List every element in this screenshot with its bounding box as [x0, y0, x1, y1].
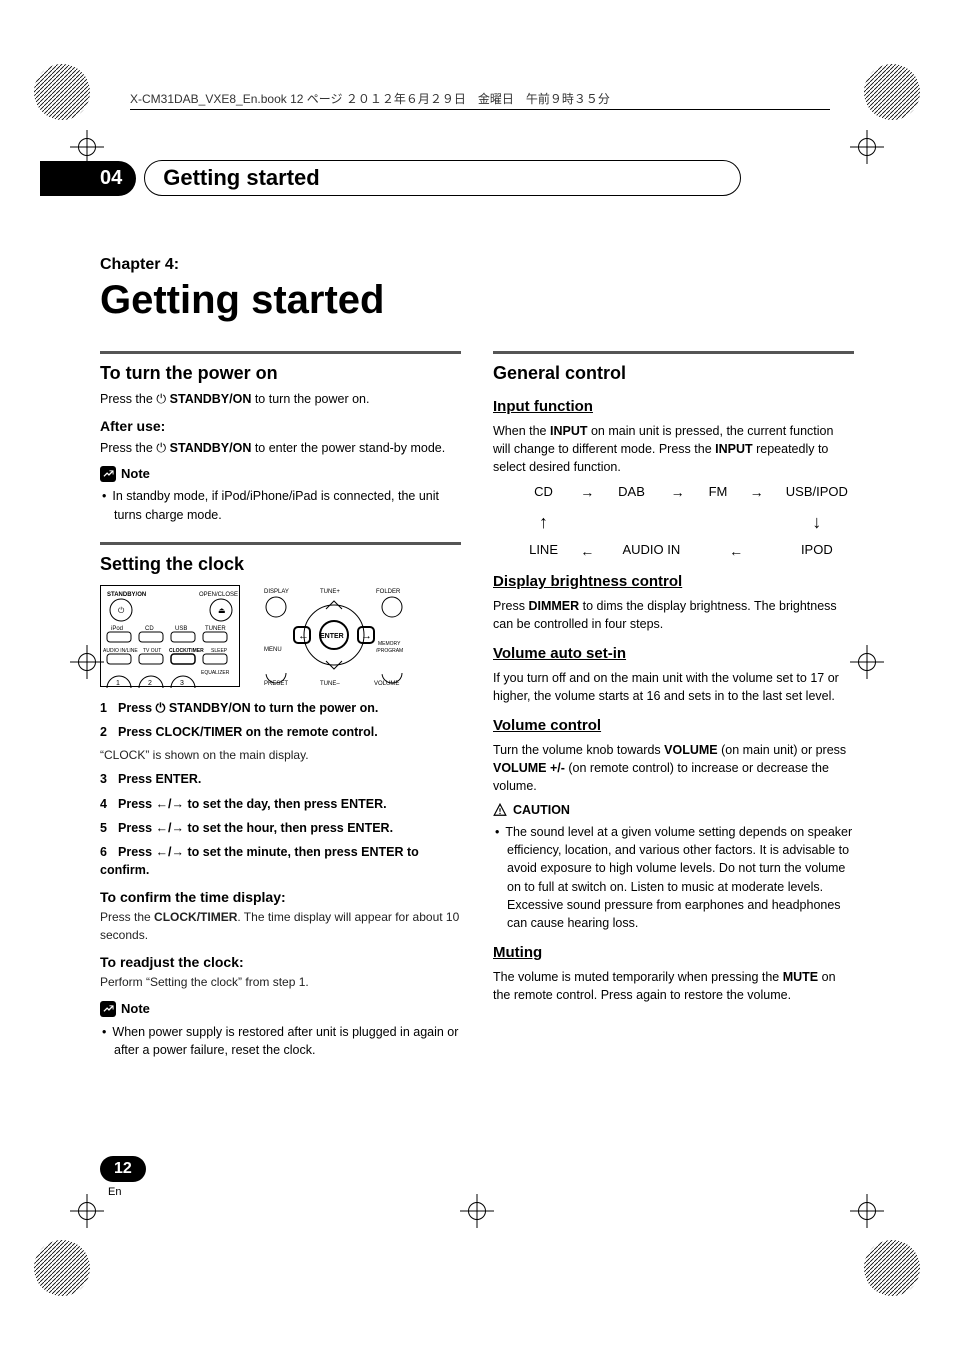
svg-text:1: 1	[116, 680, 120, 687]
remote-diagram-1: STANDBY/ON OPEN/CLOSE ⏻ ⏏ iPod CD USB TUNER…	[100, 585, 240, 687]
step-6: 6Press ←/→ to set the minute, then press…	[100, 843, 461, 879]
section-setting-clock: Setting the clock	[100, 551, 461, 577]
crop-mark	[70, 645, 104, 679]
power-on-text: Press the ⏻ STANDBY/ON to turn the power…	[100, 390, 461, 408]
svg-text:MENU: MENU	[264, 647, 282, 653]
arrow-left-icon: ←	[580, 541, 594, 561]
arrow-down-icon: ↓	[812, 509, 821, 535]
registration-mark	[32, 1238, 92, 1298]
input-function-heading: Input function	[493, 396, 854, 418]
svg-text:EQUALIZER: EQUALIZER	[201, 670, 230, 676]
caution-label: CAUTION	[493, 801, 854, 819]
svg-text:3: 3	[180, 680, 184, 687]
page-lang: En	[108, 1186, 146, 1198]
crop-mark	[850, 645, 884, 679]
step-2: 2Press CLOCK/TIMER on the remote control…	[100, 723, 461, 741]
svg-text:TUNE+: TUNE+	[320, 589, 340, 595]
after-use-heading: After use:	[100, 416, 461, 436]
label-standby: STANDBY/ON	[107, 592, 146, 598]
svg-text:TV OUT: TV OUT	[143, 648, 161, 654]
standby-text: Press the ⏻ STANDBY/ON to enter the powe…	[100, 439, 461, 457]
svg-text:TUNE–: TUNE–	[320, 681, 340, 687]
step-3: 3Press ENTER.	[100, 770, 461, 788]
crop-mark	[70, 130, 104, 164]
remote-diagrams: STANDBY/ON OPEN/CLOSE ⏻ ⏏ iPod CD USB TUNER…	[100, 585, 461, 687]
step-1: 1Press ⏻ STANDBY/ON to turn the power on…	[100, 699, 461, 717]
section-power-on: To turn the power on	[100, 360, 461, 386]
svg-text:2: 2	[148, 680, 152, 687]
muting-heading: Muting	[493, 942, 854, 964]
warning-icon	[493, 803, 507, 817]
book-metadata-line: X-CM31DAB_VXE8_En.book 12 ページ ２０１２年６月２９日…	[130, 90, 830, 110]
chapter-title: Getting started	[100, 278, 854, 323]
page-footer: 12 En	[100, 1156, 146, 1198]
chapter-header: 04 Getting started	[100, 160, 854, 196]
svg-text:CLOCK/TIMER: CLOCK/TIMER	[169, 648, 204, 654]
note-icon	[100, 1001, 116, 1017]
arrow-left-icon: ←	[729, 541, 743, 561]
left-column: To turn the power on Press the ⏻ STANDBY…	[100, 351, 461, 1063]
confirm-time-heading: To confirm the time display:	[100, 887, 461, 907]
label-openclose: OPEN/CLOSE	[199, 592, 238, 598]
svg-text:/PROGRAM: /PROGRAM	[376, 648, 403, 654]
arrow-right-icon: →	[671, 482, 685, 502]
crop-mark	[70, 1194, 104, 1228]
brightness-heading: Display brightness control	[493, 571, 854, 593]
readjust-heading: To readjust the clock:	[100, 952, 461, 972]
volume-auto-text: If you turn off and on the main unit wit…	[493, 669, 854, 705]
note-item: In standby mode, if iPod/iPhone/iPad is …	[114, 487, 461, 523]
caution-item: The sound level at a given volume settin…	[507, 823, 854, 932]
power-icon: ⏻	[156, 441, 166, 455]
svg-text:VOLUME: VOLUME	[374, 681, 399, 687]
svg-text:CD: CD	[145, 626, 154, 632]
muting-text: The volume is muted temporarily when pre…	[493, 968, 854, 1004]
volume-control-heading: Volume control	[493, 715, 854, 737]
section-general-control: General control	[493, 360, 854, 386]
brightness-text: Press DIMMER to dims the display brightn…	[493, 597, 854, 633]
crop-mark	[460, 1194, 494, 1228]
svg-text:TUNER: TUNER	[205, 626, 226, 632]
svg-text:PRESET: PRESET	[264, 681, 288, 687]
step-2-sub: “CLOCK” is shown on the main display.	[100, 747, 461, 764]
registration-mark	[862, 1238, 922, 1298]
step-4: 4Press ←/→ to set the day, then press EN…	[100, 795, 461, 813]
svg-text:MEMORY: MEMORY	[378, 641, 401, 647]
svg-text:←: ←	[298, 630, 309, 642]
svg-text:USB: USB	[175, 626, 187, 632]
page-number: 12	[100, 1156, 146, 1182]
chapter-kicker: Chapter 4:	[100, 256, 854, 274]
right-column: General control Input function When the …	[493, 351, 854, 1063]
svg-text:DISPLAY: DISPLAY	[264, 589, 289, 595]
arrow-right-icon: →	[580, 482, 594, 502]
svg-text:ENTER: ENTER	[320, 633, 344, 640]
arrow-up-icon: ↑	[539, 509, 548, 535]
remote-diagram-2: DISPLAY TUNE+ FOLDER ENTER ← → MENU MEMORY…	[260, 585, 410, 687]
note-icon	[100, 466, 116, 482]
input-flowchart: CD→ DAB→ FM→ USB/IPOD ↑ ↓ LINE← AUDIO IN…	[523, 482, 854, 561]
svg-text:→: →	[361, 630, 372, 642]
svg-text:SLEEP: SLEEP	[211, 648, 228, 654]
svg-text:FOLDER: FOLDER	[376, 589, 401, 595]
crop-mark	[850, 130, 884, 164]
registration-mark	[32, 62, 92, 122]
svg-text:⏏: ⏏	[218, 606, 226, 615]
svg-text:AUDIO IN/LINE: AUDIO IN/LINE	[103, 648, 138, 654]
crop-mark	[850, 1194, 884, 1228]
volume-control-text: Turn the volume knob towards VOLUME (on …	[493, 741, 854, 795]
chapter-number-pill: 04	[40, 161, 136, 196]
note-label: Note	[100, 1000, 461, 1019]
power-icon: ⏻	[156, 392, 166, 406]
step-5: 5Press ←/→ to set the hour, then press E…	[100, 819, 461, 837]
confirm-time-text: Press the CLOCK/TIMER. The time display …	[100, 909, 461, 944]
arrow-right-icon: →	[750, 482, 764, 502]
note-label: Note	[100, 465, 461, 484]
svg-text:iPod: iPod	[111, 626, 123, 632]
svg-text:⏻: ⏻	[118, 606, 125, 615]
readjust-text: Perform “Setting the clock” from step 1.	[100, 974, 461, 991]
note-item: When power supply is restored after unit…	[114, 1023, 461, 1059]
registration-mark	[862, 62, 922, 122]
input-function-text: When the INPUT on main unit is pressed, …	[493, 422, 854, 476]
volume-auto-heading: Volume auto set-in	[493, 643, 854, 665]
chapter-tab: Getting started	[144, 160, 740, 196]
